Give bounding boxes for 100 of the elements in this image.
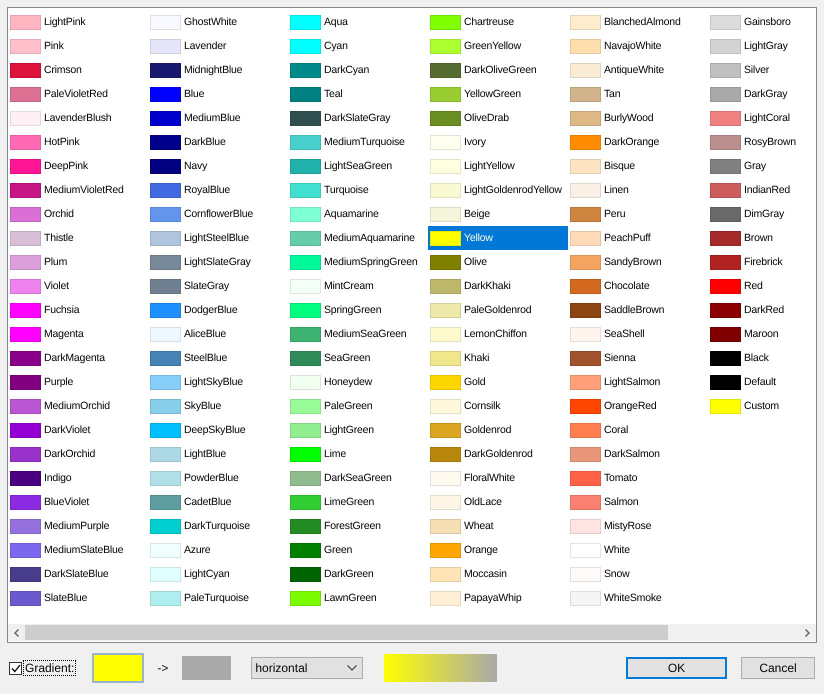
start-color-button[interactable] — [92, 653, 144, 683]
color-item[interactable]: Ivory — [428, 130, 568, 154]
horizontal-scrollbar[interactable] — [8, 624, 816, 641]
color-item[interactable]: Cornsilk — [428, 394, 568, 418]
color-item[interactable]: PeachPuff — [568, 226, 708, 250]
color-item[interactable]: Thistle — [8, 226, 148, 250]
color-item[interactable]: LightYellow — [428, 154, 568, 178]
color-item[interactable]: DarkTurquoise — [148, 514, 288, 538]
color-item[interactable]: MintCream — [288, 274, 428, 298]
color-item[interactable]: LightSlateGray — [148, 250, 288, 274]
color-item[interactable]: DarkMagenta — [8, 346, 148, 370]
color-item[interactable]: Maroon — [708, 322, 816, 346]
color-item[interactable]: MediumOrchid — [8, 394, 148, 418]
color-item[interactable]: Custom — [708, 394, 816, 418]
color-item[interactable]: Azure — [148, 538, 288, 562]
color-item[interactable]: SlateBlue — [8, 586, 148, 610]
color-item[interactable]: LightCyan — [148, 562, 288, 586]
color-item[interactable]: MidnightBlue — [148, 58, 288, 82]
color-item[interactable]: LightGreen — [288, 418, 428, 442]
color-item[interactable]: Plum — [8, 250, 148, 274]
color-item[interactable]: DarkOliveGreen — [428, 58, 568, 82]
color-item[interactable]: Olive — [428, 250, 568, 274]
color-item[interactable]: DeepPink — [8, 154, 148, 178]
color-item[interactable]: Tomato — [568, 466, 708, 490]
color-item[interactable]: MediumSlateBlue — [8, 538, 148, 562]
color-item[interactable]: Purple — [8, 370, 148, 394]
color-item[interactable]: PowderBlue — [148, 466, 288, 490]
scroll-left-icon[interactable] — [14, 628, 19, 636]
color-item[interactable]: Aquamarine — [288, 202, 428, 226]
scrollbar-thumb[interactable] — [25, 625, 668, 640]
color-item[interactable]: CadetBlue — [148, 490, 288, 514]
color-item[interactable]: Chartreuse — [428, 10, 568, 34]
color-item[interactable]: Cyan — [288, 34, 428, 58]
color-item[interactable]: DarkOrchid — [8, 442, 148, 466]
color-item[interactable]: RosyBrown — [708, 130, 816, 154]
color-item[interactable]: DarkRed — [708, 298, 816, 322]
color-item[interactable]: Gainsboro — [708, 10, 816, 34]
color-item[interactable]: SandyBrown — [568, 250, 708, 274]
color-item[interactable]: Khaki — [428, 346, 568, 370]
color-item[interactable]: DodgerBlue — [148, 298, 288, 322]
color-item[interactable]: Peru — [568, 202, 708, 226]
color-item[interactable]: PapayaWhip — [428, 586, 568, 610]
color-item[interactable]: AliceBlue — [148, 322, 288, 346]
color-item[interactable]: Magenta — [8, 322, 148, 346]
color-item[interactable]: SlateGray — [148, 274, 288, 298]
color-item[interactable]: Goldenrod — [428, 418, 568, 442]
color-item[interactable]: WhiteSmoke — [568, 586, 708, 610]
color-item[interactable]: SteelBlue — [148, 346, 288, 370]
color-item[interactable]: Aqua — [288, 10, 428, 34]
color-item[interactable]: MediumSpringGreen — [288, 250, 428, 274]
color-item[interactable]: OldLace — [428, 490, 568, 514]
color-item[interactable]: Indigo — [8, 466, 148, 490]
color-item[interactable]: Black — [708, 346, 816, 370]
color-item[interactable]: Crimson — [8, 58, 148, 82]
color-item[interactable]: SpringGreen — [288, 298, 428, 322]
color-item[interactable]: Gold — [428, 370, 568, 394]
color-item[interactable]: PaleTurquoise — [148, 586, 288, 610]
color-item[interactable]: DarkOrange — [568, 130, 708, 154]
cancel-button[interactable]: Cancel — [741, 657, 815, 679]
color-item[interactable]: SkyBlue — [148, 394, 288, 418]
color-item[interactable]: DarkCyan — [288, 58, 428, 82]
color-item[interactable]: OrangeRed — [568, 394, 708, 418]
color-item[interactable]: Violet — [8, 274, 148, 298]
color-item[interactable]: DarkSlateGray — [288, 106, 428, 130]
color-item[interactable]: Pink — [8, 34, 148, 58]
color-item[interactable]: Beige — [428, 202, 568, 226]
color-item[interactable]: GreenYellow — [428, 34, 568, 58]
color-item[interactable]: LightSeaGreen — [288, 154, 428, 178]
end-color-button[interactable] — [182, 656, 232, 680]
color-item[interactable]: MediumVioletRed — [8, 178, 148, 202]
color-item[interactable]: Lavender — [148, 34, 288, 58]
color-item[interactable]: LightGoldenrodYellow — [428, 178, 568, 202]
color-item[interactable]: LawnGreen — [288, 586, 428, 610]
color-item[interactable]: MediumPurple — [8, 514, 148, 538]
color-item[interactable]: OliveDrab — [428, 106, 568, 130]
color-item[interactable]: DarkSeaGreen — [288, 466, 428, 490]
color-item[interactable]: GhostWhite — [148, 10, 288, 34]
color-item[interactable]: Turquoise — [288, 178, 428, 202]
color-item[interactable]: LightGray — [708, 34, 816, 58]
color-item[interactable]: MediumSeaGreen — [288, 322, 428, 346]
color-item[interactable]: Orchid — [8, 202, 148, 226]
scroll-right-icon[interactable] — [805, 628, 810, 636]
color-item[interactable]: Linen — [568, 178, 708, 202]
color-item[interactable]: Silver — [708, 58, 816, 82]
color-item[interactable]: IndianRed — [708, 178, 816, 202]
color-item[interactable]: Green — [288, 538, 428, 562]
color-item[interactable]: PaleVioletRed — [8, 82, 148, 106]
color-item[interactable]: Firebrick — [708, 250, 816, 274]
color-item[interactable]: Yellow — [428, 226, 568, 250]
color-item[interactable]: LemonChiffon — [428, 322, 568, 346]
color-item[interactable]: Coral — [568, 418, 708, 442]
color-item[interactable]: SaddleBrown — [568, 298, 708, 322]
color-item[interactable]: DarkGreen — [288, 562, 428, 586]
color-item[interactable]: Default — [708, 370, 816, 394]
color-item[interactable]: LightCoral — [708, 106, 816, 130]
color-item[interactable]: DarkGray — [708, 82, 816, 106]
color-item[interactable]: BurlyWood — [568, 106, 708, 130]
color-item[interactable]: BlueViolet — [8, 490, 148, 514]
ok-button[interactable]: OK — [626, 657, 727, 679]
color-item[interactable]: Tan — [568, 82, 708, 106]
